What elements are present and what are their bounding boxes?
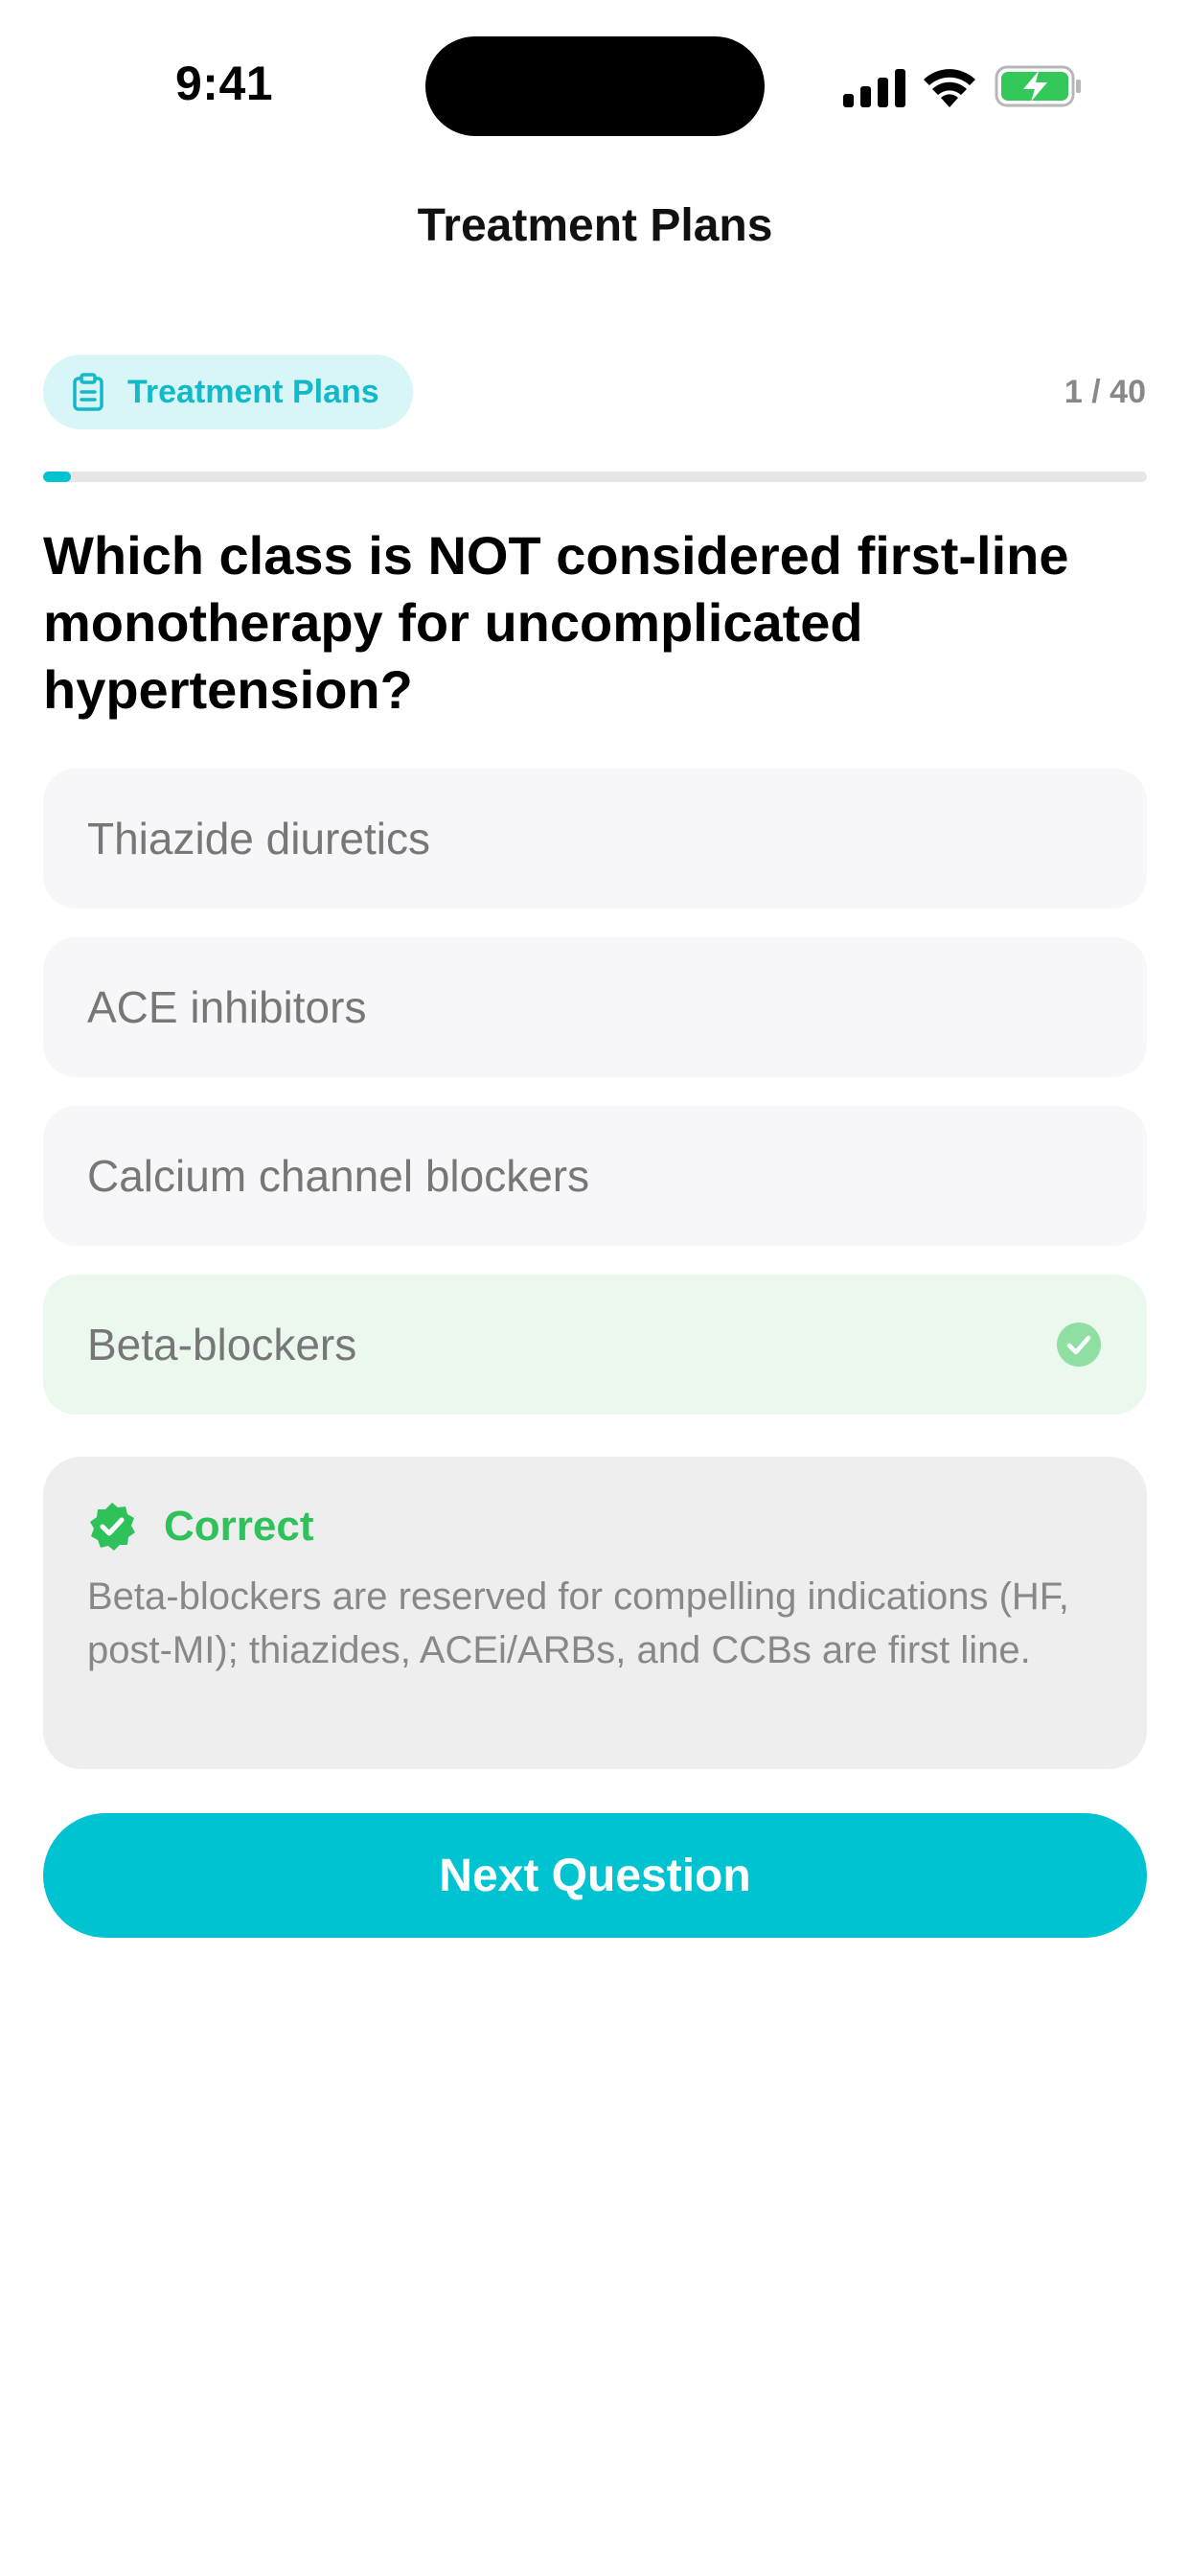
- verified-badge-icon: [90, 1503, 135, 1551]
- answer-option-label: Beta-blockers: [87, 1320, 357, 1369]
- question-text: Which class is NOT considered first-line…: [43, 525, 1069, 720]
- dynamic-island: [425, 36, 765, 136]
- answer-options: Thiazide diuretics ACE inhibitors Calciu…: [43, 769, 1147, 1443]
- category-chip: Treatment Plans: [43, 355, 413, 429]
- answer-option[interactable]: Calcium channel blockers: [43, 1106, 1147, 1246]
- answer-option[interactable]: ACE inhibitors: [43, 937, 1147, 1077]
- answer-option[interactable]: Thiazide diuretics: [43, 769, 1147, 908]
- page-title: Treatment Plans: [417, 200, 773, 251]
- check-circle-icon: [1057, 1322, 1101, 1367]
- wifi-icon: [924, 69, 975, 107]
- feedback-explanation: Beta-blockers are reserved for compellin…: [87, 1576, 1069, 1671]
- status-bar: 9:41: [0, 0, 1190, 144]
- status-time: 9:41: [175, 57, 274, 110]
- feedback-title: Correct: [164, 1503, 314, 1550]
- feedback-card: Correct Beta-blockers are reserved for c…: [43, 1457, 1147, 1769]
- cellular-signal-icon: [843, 69, 905, 107]
- answer-option-label: ACE inhibitors: [87, 982, 367, 1032]
- next-question-button[interactable]: Next Question: [43, 1813, 1147, 1938]
- battery-charging-icon: [995, 65, 1081, 107]
- question-counter: 1 / 40: [1064, 374, 1146, 410]
- answer-option-correct[interactable]: Beta-blockers: [43, 1275, 1147, 1414]
- category-chip-label: Treatment Plans: [127, 373, 379, 410]
- progress-bar: [43, 472, 1147, 482]
- progress-bar-fill: [43, 472, 71, 482]
- clipboard-icon: [72, 373, 104, 411]
- answer-option-label: Calcium channel blockers: [87, 1151, 590, 1201]
- answer-option-label: Thiazide diuretics: [87, 814, 430, 863]
